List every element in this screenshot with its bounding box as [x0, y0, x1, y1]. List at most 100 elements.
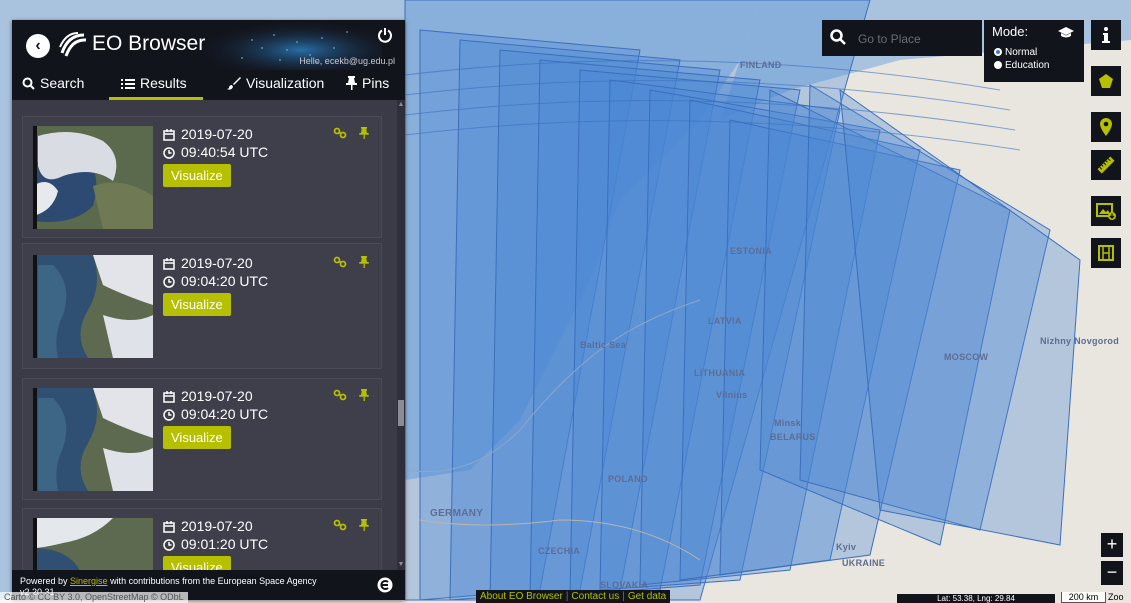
esa-logo-icon [377, 577, 393, 593]
link-icon[interactable] [333, 388, 347, 406]
scrollbar-thumb[interactable] [398, 400, 404, 426]
map-label-belarus: BELARUS [770, 432, 816, 442]
result-date: 2019-07-20 [181, 518, 253, 534]
visualize-button[interactable]: Visualize [163, 293, 231, 316]
panel-tabs: Search Results Visualization Pins [12, 70, 405, 100]
scale-bar: 200 km [1061, 592, 1106, 603]
panel-header: ‹ EO Browser Hello, ecekb@ug.edu.pl [12, 20, 405, 70]
result-card[interactable]: 2019-07-20 09:04:20 UTC Visualize [22, 378, 382, 500]
map-label-finland: FINLAND [740, 60, 782, 70]
result-time: 09:40:54 UTC [181, 144, 269, 160]
about-link[interactable]: About EO Browser [480, 591, 563, 602]
pin-icon [346, 72, 357, 99]
get-data-link[interactable]: Get data [628, 591, 666, 602]
mode-option-education-label: Education [1005, 60, 1050, 71]
cursor-coordinates: Lat: 53.38, Lng: 29.84 [897, 594, 1055, 603]
result-card[interactable]: 2019-07-20 09:04:20 UTC Visualize [22, 243, 382, 369]
clock-icon [163, 537, 177, 555]
pin-icon[interactable] [359, 126, 369, 144]
map-label-germany: GERMANY [430, 508, 484, 519]
clock-icon [163, 145, 177, 163]
visualize-button[interactable]: Visualize [163, 426, 231, 449]
result-thumbnail[interactable] [33, 388, 153, 491]
sinergise-link[interactable]: Sinergise [70, 576, 108, 586]
tab-results[interactable]: Results [109, 70, 203, 100]
zoom-out-button[interactable]: − [1101, 561, 1123, 585]
tab-search-label: Search [40, 75, 85, 91]
map-label-nizhny: Nizhny Novgorod [1040, 336, 1119, 346]
collapse-panel-button[interactable]: ‹ [26, 34, 50, 58]
radio-unchecked-icon[interactable] [994, 61, 1002, 69]
results-scrollbar[interactable]: ▲ ▼ [397, 100, 405, 570]
map-label-ukraine: UKRAINE [842, 558, 886, 568]
powered-by-suffix: with contributions from the European Spa… [107, 576, 317, 586]
radio-checked-icon[interactable] [994, 48, 1002, 56]
scroll-up-arrow-icon[interactable]: ▲ [397, 100, 405, 110]
tab-pins-label: Pins [362, 75, 390, 91]
tab-visualization[interactable]: Visualization [227, 70, 324, 100]
zoom-level-label: Zoo [1108, 592, 1124, 602]
map-label-czechia: CZECHIA [538, 546, 581, 556]
result-time: 09:04:20 UTC [181, 406, 269, 422]
result-date: 2019-07-20 [181, 388, 253, 404]
map-label-baltic-sea: Baltic Sea [580, 340, 627, 350]
ruler-icon [1097, 156, 1115, 174]
image-download-icon [1096, 203, 1116, 220]
result-thumbnail[interactable] [33, 255, 153, 358]
list-icon [121, 72, 135, 99]
result-meta: 2019-07-20 09:04:20 UTC Visualize [163, 387, 268, 449]
map-attribution: Carto © CC BY 3.0, OpenStreetMap © ODbL [0, 592, 188, 603]
place-marker-button[interactable] [1091, 112, 1121, 142]
place-search [822, 20, 982, 56]
card-actions [325, 255, 369, 273]
map-label-moscow: MOSCOW [944, 352, 989, 362]
mode-option-normal[interactable]: Normal [994, 47, 1037, 58]
tab-pins[interactable]: Pins [346, 70, 389, 100]
contact-link[interactable]: Contact us [571, 591, 619, 602]
brush-icon [227, 72, 241, 99]
user-greeting: Hello, ecekb@ug.edu.pl [299, 56, 395, 66]
result-card[interactable]: 2019-07-20 09:01:20 UTC Visualize [22, 508, 382, 570]
bottom-links: About EO Browser | Contact us | Get data [476, 590, 671, 603]
visualize-button[interactable]: Visualize [163, 164, 231, 187]
result-meta: 2019-07-20 09:04:20 UTC Visualize [163, 254, 268, 316]
pin-icon[interactable] [359, 255, 369, 273]
map-label-kyiv: Kyiv [836, 542, 857, 552]
timelapse-button[interactable] [1091, 238, 1121, 268]
mode-title: Mode: [992, 24, 1029, 39]
pin-icon[interactable] [359, 518, 369, 536]
result-meta: 2019-07-20 09:40:54 UTC Visualize [163, 125, 268, 187]
result-meta: 2019-07-20 09:01:20 UTC Visualize [163, 517, 268, 570]
map-label-minsk: Minsk [774, 418, 802, 428]
visualize-button[interactable]: Visualize [163, 556, 231, 570]
result-time: 09:01:20 UTC [181, 536, 269, 552]
draw-polygon-button[interactable] [1091, 66, 1121, 96]
result-card[interactable]: 2019-07-20 09:40:54 UTC Visualize [22, 116, 382, 238]
pin-icon[interactable] [359, 388, 369, 406]
mode-selector: Mode: Normal Education [984, 20, 1084, 82]
result-date: 2019-07-20 [181, 255, 253, 271]
result-date: 2019-07-20 [181, 126, 253, 142]
info-button[interactable] [1091, 20, 1121, 50]
tab-search[interactable]: Search [22, 70, 84, 100]
measure-button[interactable] [1091, 150, 1121, 180]
tab-results-label: Results [140, 75, 187, 91]
card-actions [325, 388, 369, 406]
download-image-button[interactable] [1091, 196, 1121, 226]
card-actions [325, 518, 369, 536]
map-label-lithuania: LITHUANIA [694, 368, 746, 378]
link-icon[interactable] [333, 255, 347, 273]
link-icon[interactable] [333, 518, 347, 536]
go-to-place-input[interactable] [856, 29, 980, 49]
result-thumbnail[interactable] [33, 518, 153, 570]
logout-power-icon[interactable] [377, 27, 393, 43]
scroll-down-arrow-icon[interactable]: ▼ [397, 560, 405, 570]
zoom-in-button[interactable]: + [1101, 533, 1123, 557]
clock-icon [163, 407, 177, 425]
link-icon[interactable] [333, 126, 347, 144]
result-thumbnail[interactable] [33, 126, 153, 229]
results-list[interactable]: 2019-07-20 09:40:54 UTC Visualize 2019-0… [12, 100, 397, 570]
mode-option-education[interactable]: Education [994, 60, 1049, 71]
search-icon [22, 72, 35, 99]
result-time: 09:04:20 UTC [181, 273, 269, 289]
